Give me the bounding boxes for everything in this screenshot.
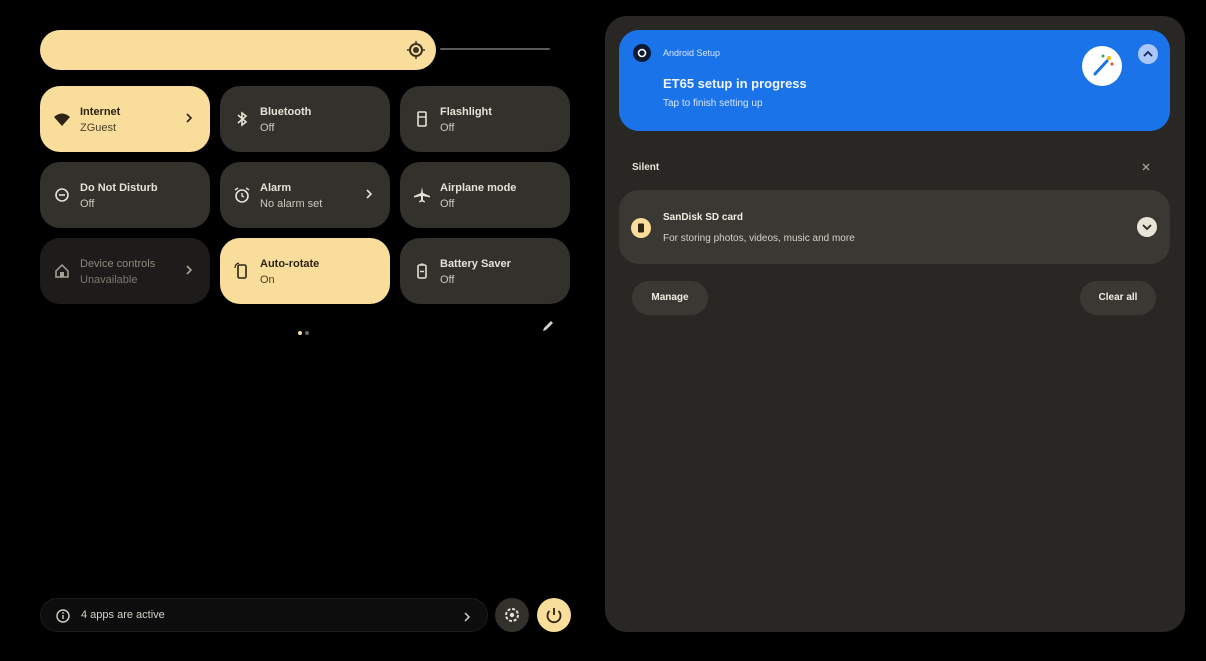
- tile-subtitle: On: [260, 274, 275, 286]
- tile-internet[interactable]: Internet ZGuest: [40, 86, 210, 152]
- notification-title: ET65 setup in progress: [663, 76, 807, 91]
- tile-subtitle: Unavailable: [80, 274, 138, 286]
- chevron-right-icon: [184, 262, 194, 278]
- chevron-down-icon: [1142, 224, 1152, 231]
- tile-subtitle: Off: [440, 198, 455, 210]
- tile-do-not-disturb[interactable]: Do Not Disturb Off: [40, 162, 210, 228]
- do-not-disturb-icon: [52, 185, 72, 205]
- brightness-slider[interactable]: [40, 30, 436, 70]
- info-icon: [55, 608, 71, 624]
- edit-icon[interactable]: [540, 318, 556, 334]
- tile-title: Auto-rotate: [260, 258, 320, 270]
- page-dot: [305, 331, 309, 335]
- tile-subtitle: Off: [80, 198, 95, 210]
- tile-subtitle: ZGuest: [80, 122, 117, 134]
- gear-icon: [505, 608, 519, 622]
- chevron-up-icon: [1143, 50, 1153, 57]
- tile-bluetooth[interactable]: Bluetooth Off: [220, 86, 390, 152]
- magic-wand-icon: [1082, 46, 1122, 86]
- chevron-right-icon: [364, 186, 374, 202]
- active-apps-text: 4 apps are active: [81, 609, 165, 621]
- tile-title: Flashlight: [440, 106, 492, 118]
- sd-card-notification[interactable]: SanDisk SD card For storing photos, vide…: [619, 190, 1170, 264]
- wifi-icon: [52, 109, 72, 129]
- tile-airplane-mode[interactable]: Airplane mode Off: [400, 162, 570, 228]
- alarm-icon: [232, 185, 252, 205]
- chevron-right-icon: [463, 610, 471, 622]
- android-setup-icon: [633, 44, 651, 62]
- tile-title: Battery Saver: [440, 258, 511, 270]
- page-dot-active: [298, 331, 302, 335]
- tile-flashlight[interactable]: Flashlight Off: [400, 86, 570, 152]
- notification-panel: Android Setup ET65 setup in progress Tap…: [605, 16, 1185, 632]
- active-apps-button[interactable]: 4 apps are active: [40, 598, 488, 632]
- page-indicator: [298, 322, 312, 340]
- brightness-icon: [406, 40, 426, 60]
- rotate-icon: [232, 261, 252, 281]
- settings-button[interactable]: [495, 598, 529, 632]
- notification-subtitle: For storing photos, videos, music and mo…: [663, 233, 855, 244]
- manage-button[interactable]: Manage: [632, 281, 708, 315]
- tile-title: Airplane mode: [440, 182, 517, 194]
- tile-title: Device controls: [80, 258, 156, 270]
- tile-subtitle: Off: [260, 122, 275, 134]
- flashlight-icon: [412, 109, 432, 129]
- airplane-icon: [412, 185, 432, 205]
- brightness-track[interactable]: [440, 48, 550, 50]
- tile-auto-rotate[interactable]: Auto-rotate On: [220, 238, 390, 304]
- notification-title: SanDisk SD card: [663, 212, 744, 223]
- bluetooth-icon: [232, 109, 252, 129]
- expand-button[interactable]: [1137, 217, 1157, 237]
- tile-alarm[interactable]: Alarm No alarm set: [220, 162, 390, 228]
- tile-title: Alarm: [260, 182, 292, 194]
- sd-card-icon: [631, 218, 651, 238]
- tile-title: Do Not Disturb: [80, 182, 158, 194]
- tile-title: Internet: [80, 106, 121, 118]
- power-button[interactable]: [537, 598, 571, 632]
- section-label: Silent: [632, 162, 660, 173]
- notification-subtitle: Tap to finish setting up: [663, 98, 763, 109]
- home-icon: [52, 261, 72, 281]
- clear-all-button[interactable]: Clear all: [1080, 281, 1156, 315]
- tile-device-controls[interactable]: Device controls Unavailable: [40, 238, 210, 304]
- tile-subtitle: No alarm set: [260, 198, 323, 210]
- tile-subtitle: Off: [440, 274, 455, 286]
- notification-app-name: Android Setup: [663, 48, 721, 58]
- tile-battery-saver[interactable]: Battery Saver Off: [400, 238, 570, 304]
- close-icon[interactable]: [1140, 160, 1152, 172]
- tile-title: Bluetooth: [260, 106, 312, 118]
- setup-notification[interactable]: Android Setup ET65 setup in progress Tap…: [619, 30, 1170, 131]
- power-icon: [546, 608, 562, 624]
- battery-icon: [412, 261, 432, 281]
- tile-subtitle: Off: [440, 122, 455, 134]
- chevron-right-icon: [184, 110, 194, 126]
- collapse-button[interactable]: [1138, 44, 1158, 64]
